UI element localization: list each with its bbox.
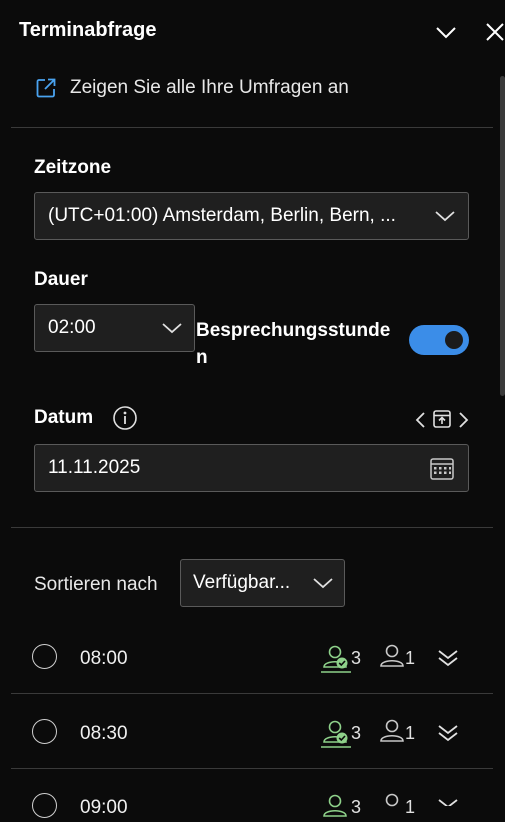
business-hours-label-line2: n [196, 347, 208, 368]
duration-label: Dauer [34, 269, 88, 290]
business-hours-label: Besprechungsstunde n [196, 317, 390, 371]
duration-dropdown[interactable]: 02:00 [34, 304, 195, 352]
sort-value: Verfügbar... [193, 572, 291, 593]
slot-time: 08:30 [80, 723, 128, 744]
open-external-icon [36, 78, 56, 98]
attendees-available-icon [321, 645, 351, 673]
toggle-knob [445, 331, 463, 349]
double-chevron-down-icon [438, 650, 458, 667]
timezone-value: (UTC+01:00) Amsterdam, Berlin, Bern, ... [48, 205, 396, 226]
available-count: 3 [351, 797, 362, 817]
sort-dropdown[interactable]: Verfügbar... [180, 559, 345, 607]
chevron-down-icon [436, 27, 456, 39]
unknown-count: 1 [405, 797, 416, 817]
expand-slot-button[interactable] [436, 646, 460, 670]
close-icon [486, 23, 504, 41]
duration-value: 02:00 [48, 317, 96, 338]
scrollbar[interactable] [500, 76, 505, 396]
date-info-button[interactable] [112, 405, 138, 431]
timezone-dropdown[interactable]: (UTC+01:00) Amsterdam, Berlin, Bern, ... [34, 192, 469, 240]
unknown-count: 1 [405, 648, 416, 668]
date-input[interactable]: 11.11.2025 [34, 444, 469, 492]
slot-radio[interactable] [32, 644, 57, 669]
attendees-unknown-icon [385, 793, 399, 807]
sort-label: Sortieren nach [34, 574, 158, 595]
unknown-count: 1 [405, 723, 416, 743]
slot-radio[interactable] [32, 719, 57, 744]
view-all-polls-label: Zeigen Sie alle Ihre Umfragen an [70, 77, 349, 98]
chevron-left-icon [415, 412, 425, 428]
today-button[interactable] [431, 408, 453, 430]
view-all-polls-link[interactable]: Zeigen Sie alle Ihre Umfragen an [34, 76, 349, 100]
attendees-unknown-icon [380, 719, 404, 742]
divider [11, 768, 493, 769]
double-chevron-down-icon [438, 799, 458, 806]
calendar-today-icon [433, 410, 451, 428]
chevron-down-icon [435, 211, 455, 222]
slot-time: 08:00 [80, 648, 128, 669]
slot-time: 09:00 [80, 797, 128, 818]
attendees-available-icon [321, 720, 351, 748]
date-value: 11.11.2025 [48, 457, 141, 478]
available-count: 3 [351, 648, 362, 668]
timezone-label: Zeitzone [34, 157, 112, 178]
pane-title: Terminabfrage [19, 19, 157, 41]
chevron-right-icon [459, 412, 469, 428]
date-label: Datum [34, 407, 94, 428]
previous-day-button[interactable] [412, 409, 430, 431]
close-button[interactable] [483, 20, 505, 44]
attendees-available-icon [323, 794, 347, 817]
chevron-down-icon [162, 323, 182, 334]
divider [11, 127, 493, 128]
business-hours-label-line1: Besprechungsstunde [196, 320, 391, 341]
divider [11, 527, 493, 528]
double-chevron-down-icon [438, 725, 458, 742]
expand-slot-button[interactable] [436, 795, 460, 806]
chevron-down-icon [313, 578, 333, 589]
info-icon [113, 406, 137, 430]
available-count: 3 [351, 723, 362, 743]
divider [11, 693, 493, 694]
next-day-button[interactable] [454, 409, 472, 431]
expand-slot-button[interactable] [436, 721, 460, 745]
attendees-unknown-icon [380, 644, 404, 667]
collapse-button[interactable] [434, 20, 458, 44]
business-hours-toggle[interactable] [409, 325, 469, 355]
calendar-icon [430, 458, 454, 480]
